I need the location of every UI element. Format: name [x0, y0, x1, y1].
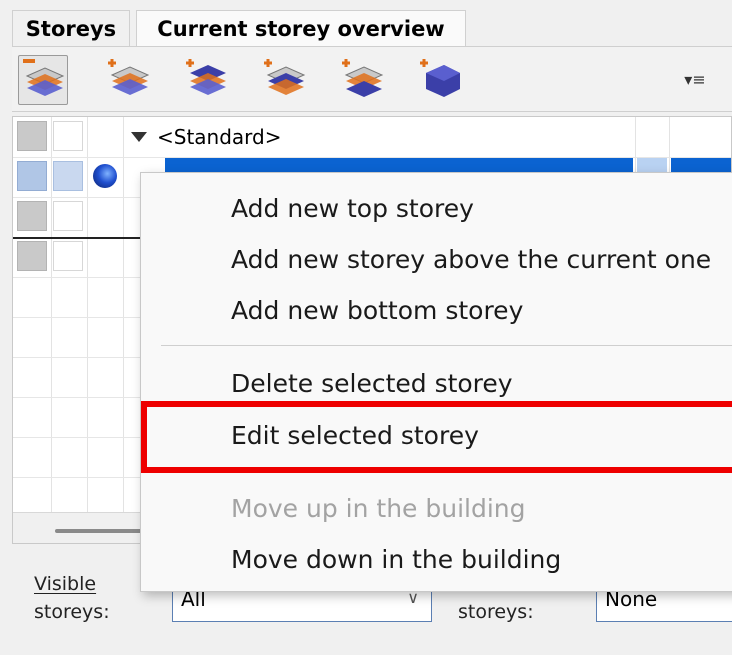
grid-row-selected[interactable] [13, 157, 133, 197]
toolbar-menu-button[interactable]: ▾≡ [680, 67, 710, 91]
menu-item-add-top-storey[interactable]: Add new top storey [231, 194, 474, 223]
menu-item-delete-storey[interactable]: Delete selected storey [231, 369, 513, 398]
add-storey-button[interactable] [416, 55, 466, 105]
grid-row-group [13, 117, 133, 157]
eye-icon[interactable] [17, 241, 47, 271]
add-storey-above-icon [186, 59, 226, 95]
grid-row[interactable] [13, 237, 133, 277]
add-bottom-storey-button[interactable] [338, 55, 388, 105]
menu-item-add-storey-above[interactable]: Add new storey above the current one [231, 245, 711, 274]
tab-current-storey-overview[interactable]: Current storey overview [136, 10, 466, 46]
pencil-icon[interactable] [53, 121, 83, 151]
pencil-icon[interactable] [53, 161, 83, 191]
toolbar: ▾≡ [12, 46, 732, 112]
pencil-icon[interactable] [53, 241, 83, 271]
group-label: <Standard> [157, 125, 282, 149]
menu-item-move-down[interactable]: Move down in the building [231, 545, 561, 574]
eye-icon[interactable] [17, 201, 47, 231]
eye-icon[interactable] [17, 161, 47, 191]
menu-item-move-up: Move up in the building [231, 494, 526, 523]
group-row-standard[interactable]: <Standard> [131, 125, 282, 149]
collapse-triangle-icon[interactable] [131, 132, 147, 142]
menu-separator [161, 345, 732, 346]
add-storey-above-button[interactable] [182, 55, 232, 105]
pencil-icon[interactable] [53, 201, 83, 231]
add-storey-below-button[interactable] [260, 55, 310, 105]
eye-icon[interactable] [17, 121, 47, 151]
visible-storeys-label: Visible storeys: [34, 573, 110, 623]
add-storey-icon [420, 59, 460, 97]
current-storey-indicator-icon [93, 164, 117, 188]
remove-storey-icon [23, 59, 65, 96]
remove-storey-button[interactable] [18, 55, 68, 105]
highlight-box [141, 401, 732, 473]
menu-item-add-bottom-storey[interactable]: Add new bottom storey [231, 296, 523, 325]
tab-bar: Storeys Current storey overview [0, 0, 732, 46]
add-storey-below-icon [264, 59, 306, 95]
add-top-storey-button[interactable] [104, 55, 154, 105]
grid-row[interactable] [13, 197, 133, 237]
add-top-storey-icon [108, 59, 150, 95]
add-bottom-storey-icon [342, 59, 384, 97]
tab-storeys[interactable]: Storeys [12, 10, 130, 46]
context-menu: Add new top storey Add new storey above … [140, 172, 732, 592]
